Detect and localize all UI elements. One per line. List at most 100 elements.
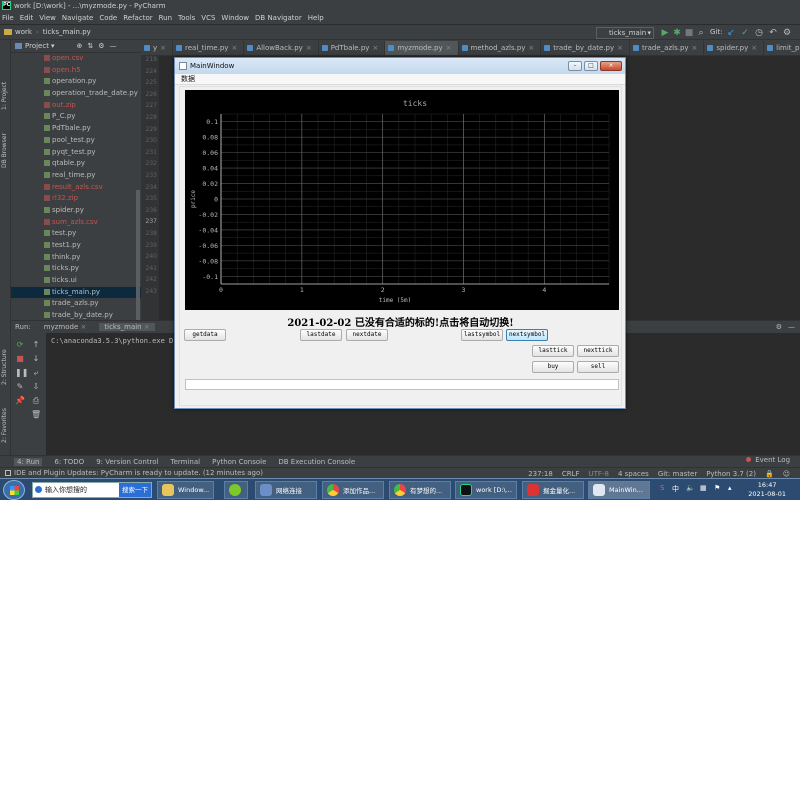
lasttick-button[interactable]: lasttick [532,345,574,357]
close-icon[interactable]: × [81,323,87,331]
git-commit-icon[interactable]: ✓ [740,28,750,38]
task-window-explorer[interactable]: Window... [157,481,214,499]
editor-tab[interactable]: spider.py × [704,41,765,55]
flag-icon[interactable]: ⚑ [714,484,720,492]
stop-icon[interactable]: ■ [684,28,694,38]
tool-tab-0[interactable]: 4: Run [14,457,43,466]
history-icon[interactable]: ◷ [754,28,764,38]
task-pycharm[interactable]: work [D:\... [455,481,517,499]
file-item[interactable]: out.zip [11,100,141,112]
close-icon[interactable]: × [528,44,534,52]
task-browser-2[interactable]: 有梦想的... [389,481,451,499]
editor-tab[interactable]: trade_by_date.py × [541,41,630,55]
menu-item-help[interactable]: Help [308,14,324,22]
file-item[interactable]: result_azls.csv [11,182,141,194]
file-item[interactable]: ticks.ui [11,275,141,287]
file-item[interactable]: real_time.py [11,170,141,182]
menu-item-edit[interactable]: Edit [20,14,34,22]
db-browser-tool-tab[interactable]: DB Browser [1,133,8,168]
stop-icon[interactable]: ■ [15,354,25,364]
print-icon[interactable]: ⎙ [31,396,41,406]
nextsymbol-button[interactable]: nextsymbol [506,329,548,341]
gear-icon[interactable]: ⚙ [776,323,782,331]
tool-tab-2[interactable]: 9: Version Control [96,458,158,466]
notification-icon[interactable]: ☺ [783,470,790,478]
breadcrumb-project[interactable]: work [15,28,32,36]
file-item[interactable]: sum_azls.csv [11,217,141,229]
menu-item-vcs[interactable]: VCS [201,14,215,22]
chevron-up-icon[interactable]: ▴ [728,484,732,492]
tool-tab-1[interactable]: 6: TODO [54,458,84,466]
file-item[interactable]: open.h5 [11,65,141,77]
file-encoding[interactable]: UTF-8 [589,470,609,478]
favorites-tool-tab[interactable]: 2: Favorites [1,408,8,443]
close-icon[interactable]: × [144,323,150,331]
run-config-select[interactable]: ticks_main ▾ [596,27,654,39]
event-log-tab[interactable]: Event Log [746,456,790,464]
sell-button[interactable]: sell [577,361,619,373]
search-input[interactable]: 输入你想搜的 [45,485,87,495]
menu-item-refactor[interactable]: Refactor [123,14,152,22]
search-button[interactable]: 搜索一下 [119,483,151,497]
project-scrollbar[interactable] [136,190,140,320]
editor-tab[interactable]: trade_azls.py × [630,41,705,55]
file-item[interactable]: ticks.py [11,263,141,275]
menu-item-view[interactable]: View [39,14,56,22]
close-icon[interactable]: × [446,44,452,52]
nextdate-button[interactable]: nextdate [346,329,388,341]
file-item[interactable]: PdTbale.py [11,123,141,135]
close-icon[interactable]: × [617,44,623,52]
close-icon[interactable]: × [751,44,757,52]
breadcrumb-file[interactable]: ticks_main.py [43,28,91,36]
file-item[interactable]: test1.py [11,240,141,252]
collapse-icon[interactable]: ⇅ [87,42,93,50]
soft-wrap-icon[interactable]: ⤶ [31,368,41,378]
pin-icon[interactable]: ✎ [15,382,25,392]
task-green-app[interactable] [224,481,248,499]
gear-icon[interactable]: ⚙ [98,42,104,50]
hide-icon[interactable]: — [110,42,117,50]
minimize-button[interactable]: – [568,61,582,71]
tool-tab-4[interactable]: Python Console [212,458,266,466]
trash-icon[interactable]: 🗑 [31,410,41,420]
scroll-end-icon[interactable]: ⇩ [31,382,41,392]
message-input[interactable] [185,379,619,390]
down-icon[interactable]: ↓ [31,354,41,364]
file-item[interactable]: qtable.py [11,158,141,170]
pause-icon[interactable]: ❚❚ [15,368,28,378]
file-item[interactable]: P_C.py [11,111,141,123]
editor-tab[interactable]: y × [141,41,174,55]
taskbar-clock[interactable]: 16:47 2021-08-01 [748,481,786,499]
close-icon[interactable]: × [160,44,166,52]
main-window-title-bar[interactable]: MainWindow – □ × [175,58,625,74]
task-network[interactable]: 网络连接 [255,481,317,499]
file-item[interactable]: rl32.zip [11,193,141,205]
python-interpreter[interactable]: Python 3.7 (2) [706,470,756,478]
rollback-icon[interactable]: ↶ [768,28,778,38]
menu-data[interactable]: 数据 [181,75,195,83]
run-tab-myzmode[interactable]: myzmode × [39,323,92,331]
settings-icon[interactable]: ⚙ [782,28,792,38]
menu-item-run[interactable]: Run [159,14,172,22]
lastsymbol-button[interactable]: lastsymbol [461,329,503,341]
rerun-icon[interactable]: ⟳ [15,340,25,350]
editor-tab[interactable]: AllowBack.py × [244,41,319,55]
lock-icon[interactable]: 🔒 [765,470,774,478]
volume-icon[interactable]: 🔈 [686,484,695,492]
menu-item-tools[interactable]: Tools [178,14,195,22]
file-item[interactable]: think.py [11,252,141,264]
network-tray-icon[interactable]: ▦ [700,484,707,492]
close-icon[interactable]: × [692,44,698,52]
input-icon[interactable]: 中 [672,484,679,494]
editor-tab[interactable]: myzmode.py × [385,41,459,55]
file-item[interactable]: test.py [11,228,141,240]
file-item[interactable]: pool_test.py [11,135,141,147]
editor-tab[interactable]: method_azls.py × [459,41,542,55]
status-message[interactable]: IDE and Plugin Updates: PyCharm is ready… [14,469,263,477]
maximize-button[interactable]: □ [584,61,598,71]
project-title[interactable]: Project [25,42,49,50]
git-branch[interactable]: Git: master [658,470,697,478]
console-output[interactable]: C:\anaconda3.5.3\python.exe D:/w [51,337,186,345]
task-juejin[interactable]: 掘金量化... [522,481,584,499]
editor-tab[interactable]: real_time.py × [173,41,245,55]
